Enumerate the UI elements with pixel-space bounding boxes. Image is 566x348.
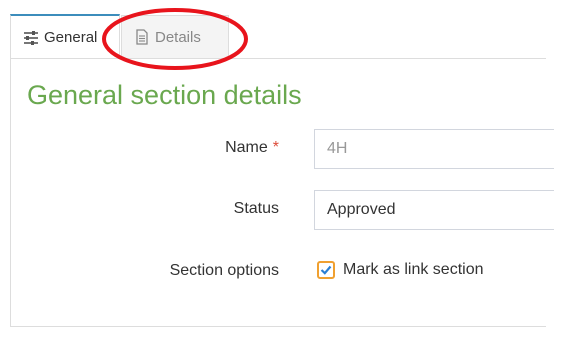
name-label: Name * <box>225 139 279 157</box>
panel-left-border <box>10 58 11 326</box>
status-field-value: Approved <box>327 201 396 218</box>
status-field[interactable]: Approved <box>314 190 554 230</box>
panel-bottom-border <box>10 326 546 327</box>
sliders-icon <box>23 30 39 46</box>
tab-general-label: General <box>44 29 98 46</box>
name-field-value: 4H <box>327 140 348 157</box>
tab-details-label: Details <box>155 28 201 46</box>
tab-general[interactable]: General <box>10 14 120 59</box>
name-label-text: Name <box>225 139 268 156</box>
link-section-checkbox-label[interactable]: Mark as link section <box>343 261 484 279</box>
checkmark-icon <box>320 265 332 275</box>
tab-content-border <box>10 58 546 59</box>
page-title: General section details <box>27 80 302 110</box>
status-label: Status <box>233 200 279 217</box>
document-icon <box>134 29 150 45</box>
link-section-checkbox[interactable] <box>317 261 335 279</box>
name-field[interactable]: 4H <box>314 129 554 169</box>
section-options-label: Section options <box>169 262 279 279</box>
tab-details[interactable]: Details <box>121 15 229 58</box>
required-marker: * <box>272 139 279 156</box>
tab-bar: General Details <box>10 14 546 59</box>
